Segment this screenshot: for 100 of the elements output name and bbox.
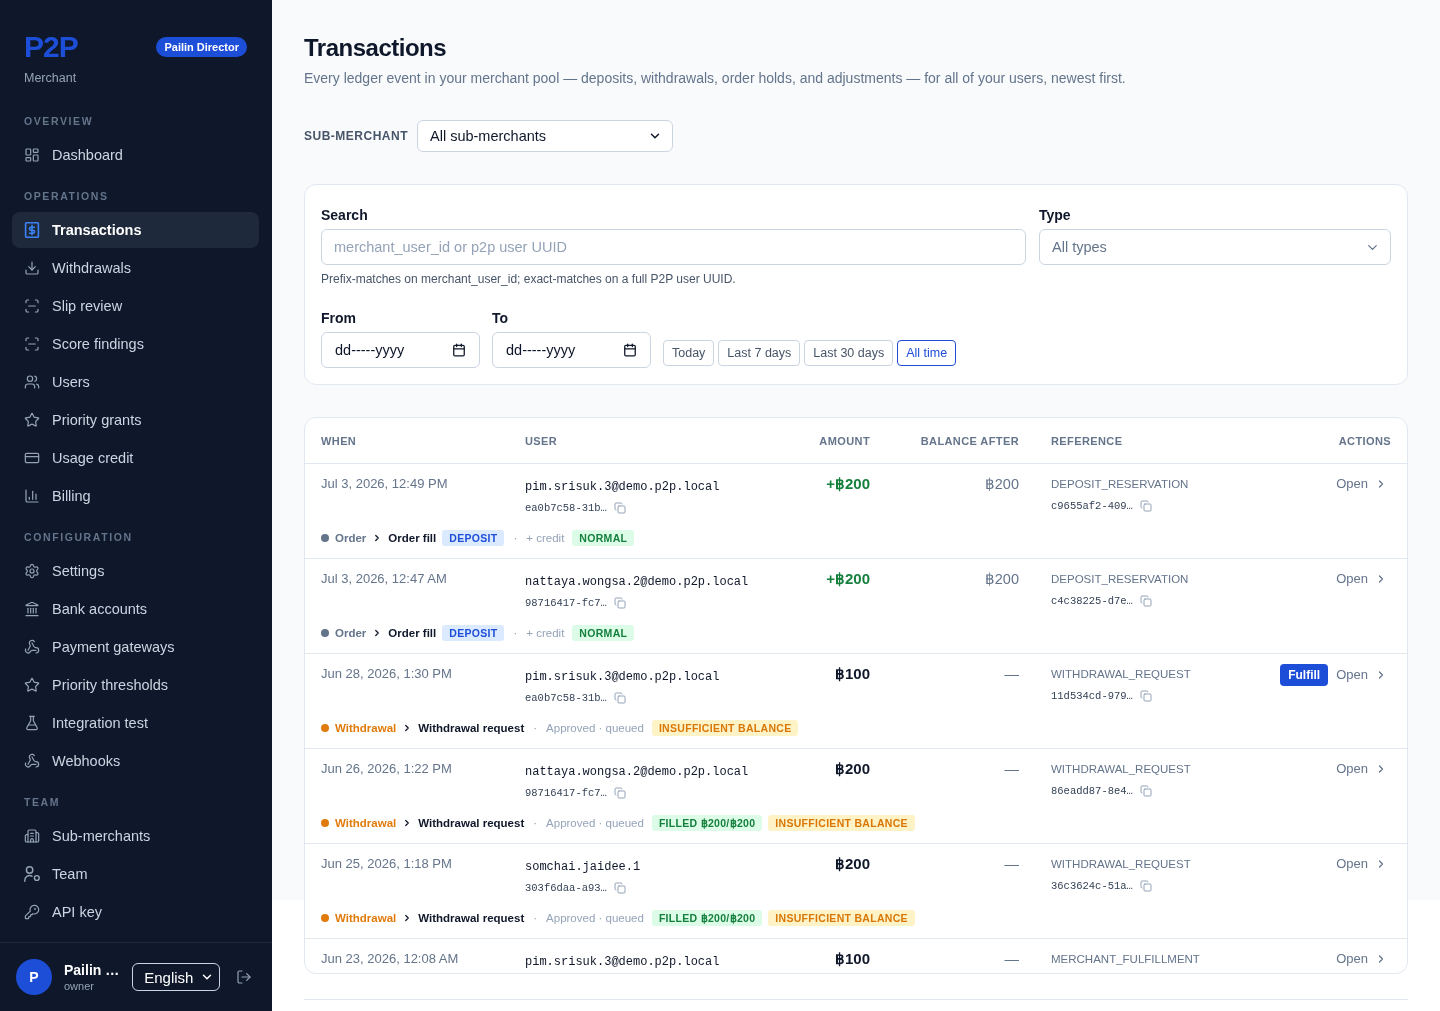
note-text: + credit — [526, 532, 565, 544]
credit-card-icon — [24, 450, 40, 466]
flask-icon — [24, 715, 40, 731]
user-email: nattaya.wongsa.2@demo.p2p.local — [525, 764, 749, 781]
nav-item[interactable]: Settings — [12, 553, 259, 589]
field-label: From — [321, 309, 356, 328]
person-icon — [24, 866, 40, 882]
reference-id: 86eadd87-8e4… — [1051, 784, 1133, 799]
date-text: Jun 25, 2026, 1:18 PM — [321, 855, 452, 873]
type-select[interactable]: All types — [1039, 229, 1391, 265]
range-button[interactable]: Last 7 days — [718, 340, 801, 366]
category-label: Order — [335, 532, 367, 544]
date-field[interactable]: dd-----yyyy — [321, 332, 480, 368]
section-label: OVERVIEW — [23, 114, 95, 128]
copy-icon[interactable] — [1139, 500, 1152, 512]
copy-icon[interactable] — [613, 882, 626, 894]
users-icon — [24, 374, 40, 390]
nav-item[interactable]: Transactions — [12, 212, 259, 248]
section-label: TEAM — [23, 795, 62, 809]
copy-icon[interactable] — [613, 502, 626, 514]
page-title: Transactions — [304, 34, 447, 62]
user-email: pim.srisuk.3@demo.p2p.local — [525, 669, 720, 686]
nav-item[interactable]: Sub-merchants — [12, 818, 259, 854]
open-link[interactable]: Open — [1336, 474, 1387, 494]
user-email: nattaya.wongsa.2@demo.p2p.local — [525, 574, 749, 591]
range-button[interactable]: Today — [663, 340, 715, 366]
webhook-icon — [24, 639, 40, 655]
separator-text: · — [513, 627, 518, 639]
subcategory-label: Withdrawal request — [418, 817, 525, 829]
category-label: Withdrawal — [335, 817, 397, 829]
nav-item[interactable]: Bank accounts — [12, 591, 259, 627]
range-button[interactable]: All time — [897, 340, 957, 366]
user-id: 98716417-fc7… — [525, 596, 607, 611]
date-text: Jun 26, 2026, 1:22 PM — [321, 760, 452, 778]
nav-item[interactable]: Score findings — [12, 326, 259, 362]
copy-icon[interactable] — [1139, 595, 1152, 607]
nav-item[interactable]: Usage credit — [12, 440, 259, 476]
status-tag: DEPOSIT — [442, 625, 505, 641]
bar-chart-icon — [24, 488, 40, 504]
nav-item[interactable]: Dashboard — [12, 137, 259, 173]
field-label: Search — [321, 206, 368, 225]
webhook-icon — [24, 753, 40, 769]
reference-type: MERCHANT_FULFILLMENT — [1051, 952, 1200, 967]
language-select[interactable]: English — [132, 963, 221, 991]
column-header: WHEN — [321, 434, 357, 447]
category-label: Order — [335, 627, 367, 639]
open-link[interactable]: Open — [1336, 665, 1387, 685]
reference-id: c9655af2-409… — [1051, 499, 1133, 514]
logout-icon[interactable] — [236, 969, 253, 985]
fulfill-button[interactable]: Fulfill — [1280, 664, 1329, 686]
status-tag: INSUFFICIENT BALANCE — [768, 815, 915, 831]
section-label: CONFIGURATION — [23, 530, 134, 544]
user-id: 303f6daa-a93… — [525, 881, 607, 896]
status-tag: NORMAL — [572, 625, 635, 641]
separator-text: · — [533, 817, 538, 829]
copy-icon[interactable] — [1139, 690, 1152, 702]
amount-text: ฿200 — [834, 854, 870, 874]
column-header: AMOUNT — [819, 434, 870, 447]
column-header: REFERENCE — [1051, 434, 1123, 447]
separator-text: · — [533, 722, 538, 734]
copy-icon[interactable] — [1139, 785, 1152, 797]
nav-item[interactable]: Billing — [12, 478, 259, 514]
search-field[interactable]: merchant_user_id or p2p user UUID — [321, 229, 1026, 265]
note-text: + credit — [526, 627, 565, 639]
nav-item[interactable]: Priority grants — [12, 402, 259, 438]
copy-icon[interactable] — [613, 597, 626, 609]
copy-icon[interactable] — [613, 692, 626, 704]
open-link[interactable]: Open — [1336, 569, 1387, 589]
nav-item[interactable]: Payment gateways — [12, 629, 259, 665]
nav-item[interactable]: Priority thresholds — [12, 667, 259, 703]
nav-item[interactable]: Integration test — [12, 705, 259, 741]
copy-icon[interactable] — [1139, 880, 1152, 892]
column-header: ACTIONS — [1338, 434, 1391, 447]
calendar-icon — [452, 343, 466, 357]
status-tag: FILLED ฿200/฿200 — [651, 815, 763, 831]
nav-item[interactable]: Team — [12, 856, 259, 892]
nav-item[interactable]: Users — [12, 364, 259, 400]
nav-item[interactable]: Webhooks — [12, 743, 259, 779]
page-subtitle: Every ledger event in your merchant pool — deposits, withdrawals, order holds, and adjustments — for all of your users, newest first. — [304, 69, 1126, 88]
sub-merchant-select[interactable]: All sub-merchants — [417, 120, 673, 152]
open-link[interactable]: Open — [1336, 949, 1387, 969]
amount-text: ฿100 — [834, 949, 870, 969]
open-link[interactable]: Open — [1336, 854, 1387, 874]
nav-item[interactable]: API key — [12, 894, 259, 930]
balance-text: ฿200 — [984, 475, 1019, 494]
section-label: OPERATIONS — [23, 189, 110, 203]
category-label: Withdrawal — [335, 722, 397, 734]
nav-item[interactable]: Withdrawals — [12, 250, 259, 286]
date-field[interactable]: dd-----yyyy — [492, 332, 651, 368]
nav-item[interactable]: Slip review — [12, 288, 259, 324]
range-button[interactable]: Last 30 days — [804, 340, 894, 366]
status-tag: INSUFFICIENT BALANCE — [768, 910, 915, 926]
open-link[interactable]: Open — [1336, 759, 1387, 779]
bank-icon — [24, 601, 40, 617]
separator-text: · — [533, 912, 538, 924]
status-tag: INSUFFICIENT BALANCE — [651, 720, 799, 736]
amount-text: +฿200 — [826, 569, 870, 589]
field-label: To — [492, 309, 509, 328]
reference-type: WITHDRAWAL_REQUEST — [1051, 857, 1191, 872]
copy-icon[interactable] — [613, 787, 626, 799]
